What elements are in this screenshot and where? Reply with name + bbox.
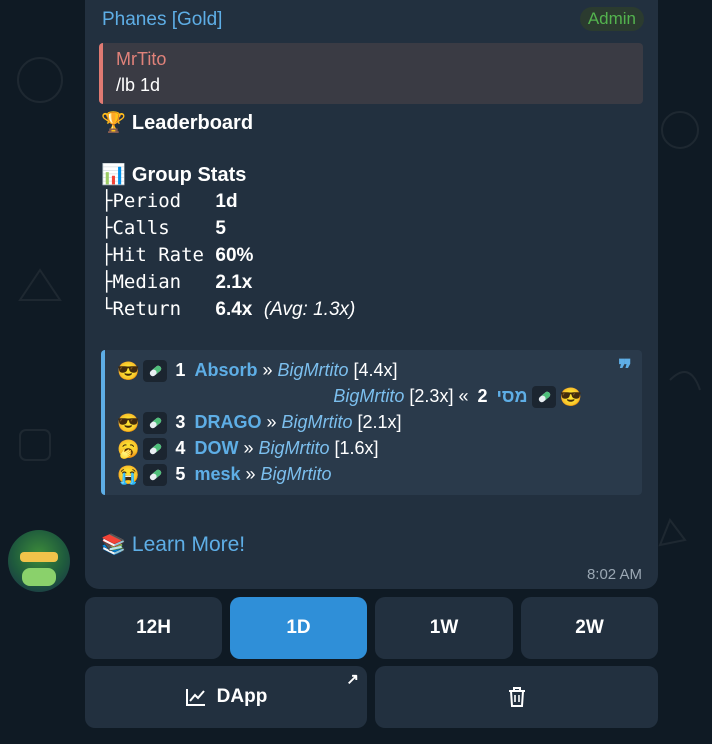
face-icon: 😭 [117, 464, 140, 485]
external-link-icon: ↗ [346, 671, 359, 688]
group-stats: ├Period 1d ├Calls 5 ├Hit Rate 60% ├Media… [101, 188, 355, 323]
pill-icon [531, 386, 556, 409]
stat-row-return: └Return 6.4x (Avg: 1.3x) [101, 298, 356, 320]
face-icon: 🥱 [117, 438, 140, 459]
caller-link[interactable]: BigMrtito [258, 438, 329, 458]
leaderboard-entry: 😭 5 mesk » BigMrtito [117, 464, 332, 487]
reply-text: /lb 1d [116, 75, 161, 95]
period-button-1w[interactable]: 1W [375, 597, 513, 659]
message-time: 8:02 AM [586, 566, 642, 583]
bar-chart-icon: 📊 [101, 164, 126, 186]
token-link[interactable]: DOW [194, 438, 238, 458]
caller-link[interactable]: BigMrtito [333, 386, 404, 406]
dapp-label: DApp [216, 686, 268, 707]
stat-row-hit-rate: ├Hit Rate 60% [101, 244, 254, 266]
period-button-2w[interactable]: 2W [521, 597, 658, 659]
leaderboard-entry: 🥱 4 DOW » BigMrtito [1.6x] [117, 438, 379, 461]
token-link[interactable]: Absorb [194, 360, 257, 380]
leaderboard-entry: 😎 1 Absorb » BigMrtito [4.4x] [117, 360, 398, 383]
leaderboard-entry: 😎 3 DRAGO » BigMrtito [2.1x] [117, 412, 402, 435]
leaderboard-quote: ❞ 😎 1 Absorb » BigMrtito [4.4x] BigMrtito… [101, 350, 642, 495]
leaderboard-heading: 🏆 Leaderboard [101, 110, 253, 135]
admin-badge: Admin [579, 7, 644, 31]
stat-row-period: ├Period 1d [101, 190, 238, 212]
quote-icon: ❞ [618, 354, 632, 384]
caller-link[interactable]: BigMrtito [277, 360, 348, 380]
sender-avatar[interactable] [8, 530, 70, 592]
stat-row-median: ├Median 2.1x [101, 271, 253, 293]
period-button-12h[interactable]: 12H [85, 597, 222, 659]
pill-icon [143, 412, 168, 435]
leaderboard-title: Leaderboard [131, 112, 254, 134]
pill-icon [143, 464, 168, 487]
token-link[interactable]: mesk [194, 464, 240, 484]
pill-icon [143, 360, 168, 383]
reply-preview[interactable]: MrTito /lb 1d [99, 43, 643, 104]
leaderboard-entry: BigMrtito [2.3x] « מסי 2 😎 [333, 386, 582, 409]
caller-link[interactable]: BigMrtito [261, 464, 332, 484]
period-button-1d[interactable]: 1D [230, 597, 367, 659]
stats-title: Group Stats [131, 164, 247, 186]
chart-trend-icon [185, 689, 205, 706]
pill-icon [143, 438, 168, 461]
token-link[interactable]: DRAGO [194, 412, 261, 432]
caller-link[interactable]: BigMrtito [281, 412, 352, 432]
learn-more-link[interactable]: 📚 Learn More! [101, 532, 245, 557]
delete-button[interactable] [375, 666, 658, 728]
token-link[interactable]: מסי [497, 386, 528, 406]
trash-icon [508, 687, 525, 707]
trophy-icon: 🏆 [101, 112, 126, 134]
books-icon: 📚 [101, 534, 126, 556]
sender-name[interactable]: Phanes [Gold] [102, 9, 222, 31]
message-bubble: Phanes [Gold] Admin MrTito /lb 1d 🏆 Leade… [85, 0, 658, 589]
face-icon: 😎 [559, 386, 582, 407]
stat-row-calls: ├Calls 5 [101, 217, 226, 239]
stats-heading: 📊 Group Stats [101, 162, 246, 187]
reply-author: MrTito [116, 49, 167, 69]
dapp-button[interactable]: DApp ↗ [85, 666, 367, 728]
face-icon: 😎 [117, 360, 140, 381]
face-icon: 😎 [117, 412, 140, 433]
